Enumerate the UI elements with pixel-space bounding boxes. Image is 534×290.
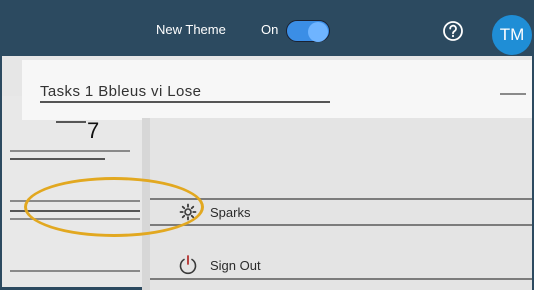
user-avatar[interactable]: TM	[492, 15, 532, 55]
toggle-state-label: On	[261, 22, 279, 37]
rule-line	[10, 270, 140, 272]
rule-line	[56, 121, 86, 123]
rule-line	[10, 158, 105, 160]
rule-line	[500, 93, 526, 95]
rule-line	[10, 150, 130, 152]
rule-line	[40, 101, 330, 103]
toggle-knob	[308, 22, 328, 42]
avatar-initials: TM	[499, 25, 525, 44]
new-theme-label: New Theme	[156, 22, 226, 37]
menu-divider	[150, 198, 532, 200]
menu-item-label: Sign Out	[210, 257, 261, 273]
highlight-ellipse	[24, 177, 204, 237]
menu-item-sign-out[interactable]: Sign Out	[178, 254, 261, 276]
menu-divider	[150, 278, 532, 280]
page-title: Tasks 1 Bbleus vi Lose	[40, 83, 202, 100]
menu-item-label: Sparks	[210, 204, 251, 220]
menu-divider	[150, 224, 532, 226]
power-icon	[178, 254, 198, 276]
task-count: 7	[87, 118, 100, 143]
top-bar: New Theme On TM	[2, 0, 532, 56]
question-circle-icon[interactable]	[442, 20, 464, 42]
new-theme-toggle[interactable]	[286, 20, 330, 42]
